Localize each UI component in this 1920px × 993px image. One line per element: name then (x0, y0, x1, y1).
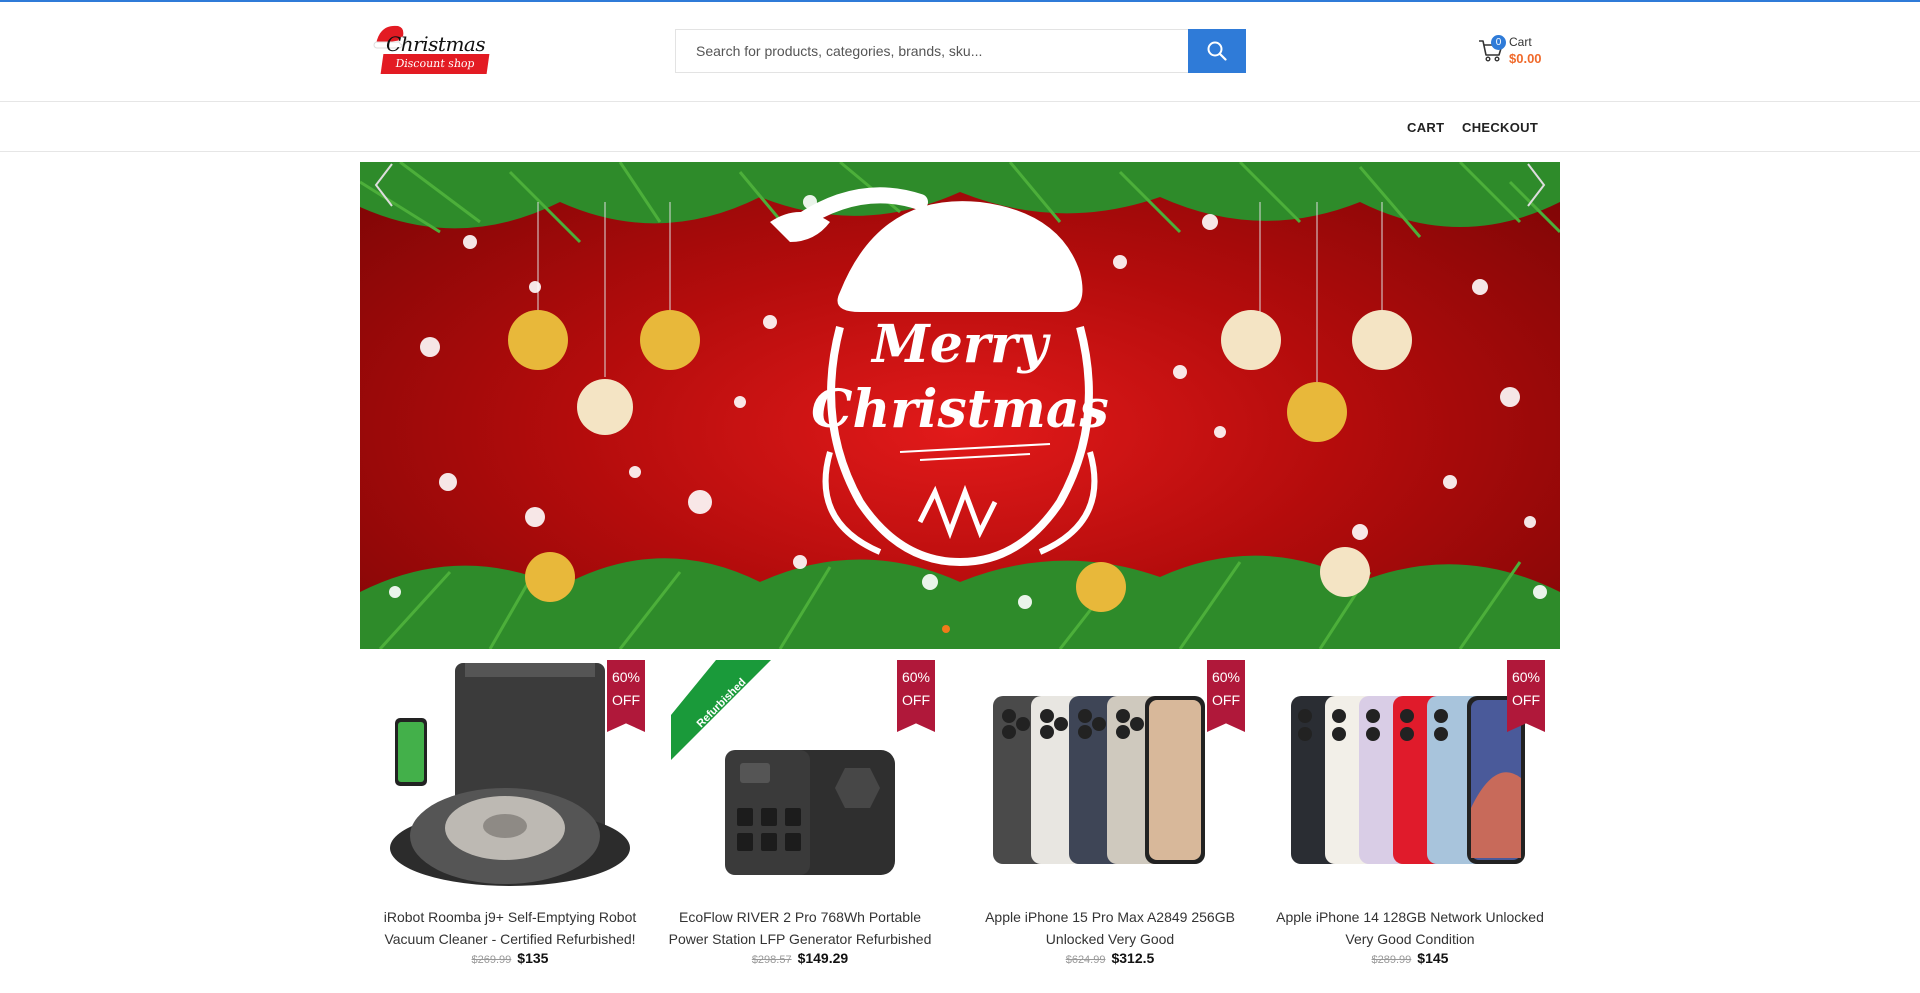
product-price: $298.57 $149.29 (665, 950, 935, 966)
product-image-iphone14[interactable] (1275, 658, 1545, 898)
slider-prev-arrow[interactable] (372, 162, 396, 208)
search-button[interactable] (1188, 29, 1246, 73)
discount-off-label: OFF (1512, 692, 1540, 708)
product-price: $624.99 $312.5 (975, 950, 1245, 966)
main-nav: CART CHECKOUT (0, 103, 1920, 152)
sale-price: $312.5 (1111, 950, 1155, 966)
product-card[interactable]: 60% OFF iRobot Roomba j9+ Self-Emptying … (375, 658, 645, 993)
nav-checkout-link[interactable]: CHECKOUT (1462, 120, 1538, 135)
discount-off-label: OFF (902, 692, 930, 708)
hero-banner-slider[interactable]: Merry Christmas (360, 162, 1560, 649)
discount-badge: 60% OFF (1207, 660, 1245, 732)
cart-count-badge: 0 (1491, 35, 1506, 50)
product-image-iphone15[interactable] (975, 658, 1245, 898)
discount-percent: 60% (1211, 669, 1241, 685)
product-image-roomba[interactable] (375, 658, 645, 898)
logo-title: Christmas (386, 32, 486, 56)
search-bar (675, 29, 1246, 73)
header-cart[interactable]: 0 Cart $0.00 (1478, 32, 1558, 72)
discount-badge: 60% OFF (1507, 660, 1545, 732)
discount-percent: 60% (1511, 669, 1541, 685)
product-name[interactable]: Apple iPhone 15 Pro Max A2849 256GB Unlo… (975, 906, 1245, 950)
discount-badge: 60% OFF (607, 660, 645, 732)
discount-percent: 60% (611, 669, 641, 685)
discount-off-label: OFF (612, 692, 640, 708)
site-logo[interactable]: Christmas Discount shop (372, 22, 492, 77)
slider-next-arrow[interactable] (1524, 162, 1548, 208)
discount-percent: 60% (901, 669, 931, 685)
nav-cart-link[interactable]: CART (1407, 120, 1444, 135)
cart-label: Cart (1509, 35, 1532, 49)
old-price: $269.99 (471, 954, 512, 966)
search-input[interactable] (676, 30, 1188, 72)
product-price: $289.99 $145 (1275, 950, 1545, 966)
cart-total: $0.00 (1509, 51, 1542, 66)
slider-dot-active[interactable] (942, 625, 950, 633)
refurbished-tag: Refurbished Very Good! (671, 660, 771, 760)
sale-price: $149.29 (797, 950, 849, 966)
search-icon (1207, 41, 1227, 61)
discount-badge: 60% OFF (897, 660, 935, 732)
banner-text-merry: Merry (870, 314, 1051, 375)
logo-subtitle: Discount shop (380, 54, 490, 74)
product-card[interactable]: 60% OFF Apple iPhone 14 128GB Network Un… (1275, 658, 1545, 993)
site-header: Christmas Discount shop 0 Cart $0.00 (0, 2, 1920, 102)
product-price: $269.99 $135 (375, 950, 645, 966)
sale-price: $145 (1417, 950, 1449, 966)
old-price: $289.99 (1371, 954, 1412, 966)
discount-off-label: OFF (1212, 692, 1240, 708)
banner-text-christmas: Christmas (811, 379, 1109, 440)
old-price: $298.57 (751, 954, 792, 966)
product-card[interactable]: Refurbished Very Good! 60% OFF EcoFlow R… (665, 658, 935, 993)
product-name[interactable]: iRobot Roomba j9+ Self-Emptying Robot Va… (375, 906, 645, 950)
product-card[interactable]: 60% OFF Apple iPhone 15 Pro Max A2849 25… (975, 658, 1245, 993)
christmas-banner-image: Merry Christmas (360, 162, 1560, 649)
old-price: $624.99 (1065, 954, 1106, 966)
sale-price: $135 (517, 950, 549, 966)
product-name[interactable]: Apple iPhone 14 128GB Network Unlocked V… (1275, 906, 1545, 950)
product-name[interactable]: EcoFlow RIVER 2 Pro 768Wh Portable Power… (665, 906, 935, 950)
